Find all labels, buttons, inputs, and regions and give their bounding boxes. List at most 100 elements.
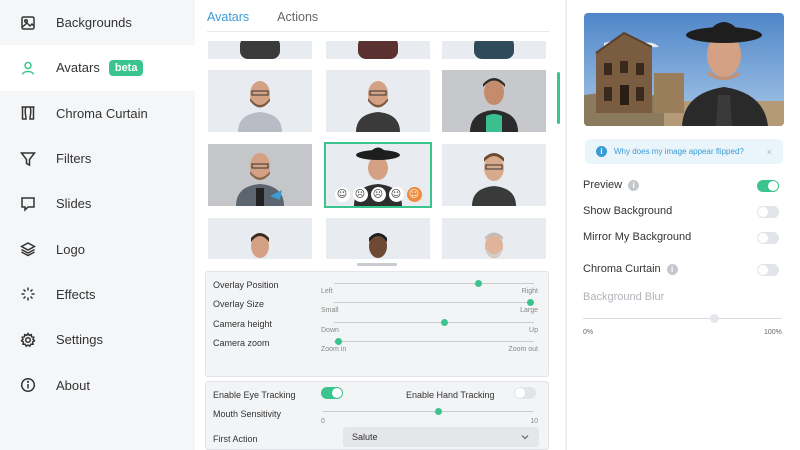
avatar-tile[interactable] [326,41,430,59]
flip-hint-text[interactable]: Why does my image appear flipped? [614,147,744,156]
sidebar-item-backgrounds[interactable]: Backgrounds [0,0,195,45]
info-icon[interactable]: i [666,263,678,275]
slider-track[interactable] [334,299,534,306]
avatar-tile[interactable] [442,41,546,59]
slider-max-label: 100% [764,329,782,336]
gear-icon [20,331,36,348]
avatar-tile[interactable] [208,70,312,132]
avatar-thumbnail [474,41,514,59]
slider-label: Overlay Size [213,299,265,309]
mirror-background-toggle[interactable] [757,232,779,244]
avatar-tile[interactable] [442,144,546,206]
sidebar-item-effects[interactable]: Effects [0,272,195,317]
chroma-curtain-toggle[interactable] [757,264,779,276]
slider-thumb[interactable] [710,314,719,323]
select-value: Salute [352,432,378,442]
slider-track[interactable] [334,280,534,287]
filter-icon [20,151,36,167]
sidebar-item-label: About [56,377,90,393]
image-icon [20,15,36,31]
chevron-down-icon [521,435,529,440]
avatar-thumbnail [251,233,269,258]
curtain-icon [20,105,36,121]
hand-tracking-toggle[interactable] [514,387,536,399]
mirror-background-option: Mirror My Background [583,231,691,243]
slider-min-label: 0% [583,329,594,336]
sidebar-item-filters[interactable]: Filters [0,136,195,181]
avatar-tile[interactable] [326,70,430,132]
mouth-sensitivity-label: Mouth Sensitivity [213,409,282,419]
tab-bar: Avatars Actions [207,0,549,32]
sidebar-item-label: Backgrounds [56,15,132,31]
avatar-thumbnail [240,41,280,59]
slider-min-label: Left [321,288,333,295]
chroma-curtain-option: Chroma Curtain i [583,263,678,275]
sidebar-item-slides[interactable]: Slides [0,181,195,226]
info-icon[interactable]: i [628,179,640,191]
layers-icon [20,241,36,257]
expression-bar: ☺ ☹ ☹ ☺ ☺ [326,187,430,202]
avatar-tile[interactable] [442,218,546,259]
sidebar: Backgrounds Avatars beta Chroma Curtain … [0,0,195,450]
avatar-thumbnail [470,78,518,132]
sidebar-item-label: Slides [56,196,92,212]
avatar-tile-selected[interactable]: ☺ ☹ ☹ ☺ ☺ [324,142,432,208]
sidebar-item-about[interactable]: About [0,362,195,407]
expression-button[interactable]: ☺ [388,187,404,202]
slides-icon [20,196,36,212]
sidebar-item-avatars[interactable]: Avatars beta [0,45,195,91]
grid-scrollbar[interactable] [557,72,560,124]
avatar-tile[interactable] [442,70,546,132]
background-blur-label: Background Blur [583,291,665,303]
avatar-grid: ☺ ☹ ☹ ☺ ☺ [208,41,548,259]
avatar-tile[interactable] [326,218,430,259]
sidebar-item-chroma-curtain[interactable]: Chroma Curtain [0,91,195,136]
slider-thumb[interactable] [474,280,482,287]
slider-thumb[interactable] [440,319,448,326]
camera-preview-image [584,13,784,126]
camera-controls-panel: Overlay Position Left Right Overlay Size… [205,271,549,377]
slider-thumb[interactable] [435,408,443,415]
expression-button[interactable]: ☹ [352,187,368,202]
show-background-option: Show Background [583,205,672,217]
sidebar-item-logo[interactable]: Logo [0,226,195,271]
slider-max-label: Zoom out [508,346,538,353]
sidebar-item-label: Logo [56,241,85,257]
flip-hint-banner[interactable]: i Why does my image appear flipped? × [585,139,783,164]
sidebar-item-settings[interactable]: Settings [0,317,195,362]
expression-button-active[interactable]: ☺ [406,187,422,202]
expression-button[interactable]: ☹ [370,187,386,202]
preview-option: Preview i [583,179,640,191]
panel-drag-handle[interactable] [357,263,397,266]
slider-thumb[interactable] [526,299,534,306]
slider-thumb[interactable] [334,338,342,345]
avatar-thumbnail [236,153,284,206]
avatar-tile[interactable] [208,41,312,59]
sparkle-icon [20,286,36,302]
close-icon[interactable]: × [767,147,772,157]
beta-badge: beta [108,59,144,76]
preview-label: Preview [583,179,623,191]
slider-track[interactable] [334,319,534,326]
first-action-label: First Action [213,434,258,444]
avatar-tile[interactable] [208,218,312,259]
slider-max-label: 10 [530,418,538,425]
avatar-thumbnail [358,41,398,59]
info-icon: i [596,146,607,157]
slider-label: Camera zoom [213,338,270,348]
tab-avatars[interactable]: Avatars [207,0,249,31]
slider-min-label: Small [321,307,339,314]
tab-actions[interactable]: Actions [277,0,318,31]
show-background-toggle[interactable] [757,206,779,218]
mouth-sensitivity-track[interactable] [322,408,534,415]
avatar-thumbnail [369,233,387,258]
first-action-select[interactable]: Salute [343,427,539,447]
slider-track[interactable] [334,338,534,345]
expression-button[interactable]: ☺ [334,187,350,202]
preview-toggle[interactable] [757,180,779,192]
avatar-tile[interactable] [208,144,312,206]
avatar-panel: Avatars Actions ☺ ☹ ☹ ☺ ☺ Overlay Positi… [195,0,565,450]
background-blur-slider[interactable] [583,314,782,323]
sidebar-item-label: Avatars [56,60,100,76]
eye-tracking-toggle[interactable] [321,387,343,399]
